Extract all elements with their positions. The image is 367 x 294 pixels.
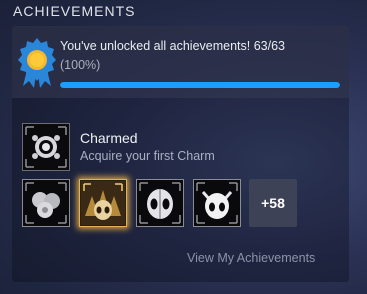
bubbles-charm-icon[interactable] bbox=[22, 179, 70, 227]
more-achievements-count[interactable]: +58 bbox=[249, 179, 297, 227]
achievement-description: Acquire your first Charm bbox=[80, 149, 215, 163]
hollow-knight-mask-icon[interactable] bbox=[136, 179, 184, 227]
section-title: ACHIEVEMENTS bbox=[13, 3, 136, 19]
charm-icon[interactable] bbox=[22, 123, 70, 171]
golden-mask-icon[interactable] bbox=[79, 179, 127, 227]
unlock-message: You've unlocked all achievements! 63/63 bbox=[60, 39, 285, 53]
golden-mask-art bbox=[81, 181, 125, 225]
bubbles-charm-art bbox=[25, 182, 67, 224]
hollow-knight-mask-art bbox=[139, 182, 181, 224]
view-my-achievements-link[interactable]: View My Achievements bbox=[187, 251, 315, 265]
progress-bar-fill bbox=[60, 82, 340, 88]
white-mask-icon[interactable] bbox=[193, 179, 241, 227]
white-mask-art bbox=[196, 182, 238, 224]
progress-percent: (100%) bbox=[60, 58, 101, 72]
achievements-card: You've unlocked all achievements! 63/63 … bbox=[12, 26, 349, 282]
progress-bar bbox=[60, 82, 340, 88]
achievement-title: Charmed bbox=[80, 130, 138, 146]
progress-summary: You've unlocked all achievements! 63/63 … bbox=[12, 26, 349, 98]
medal-icon bbox=[18, 38, 56, 88]
charm-icon-art bbox=[24, 125, 68, 169]
